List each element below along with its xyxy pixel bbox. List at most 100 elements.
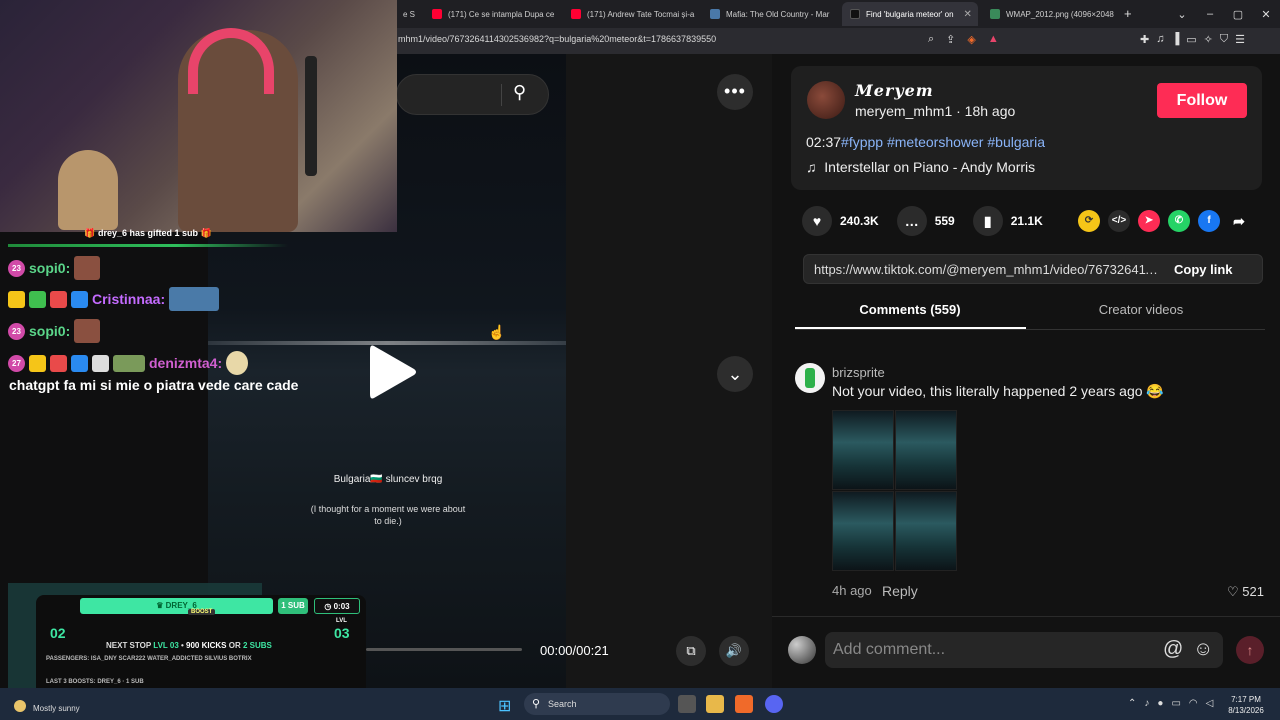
close-tab-icon[interactable]: ✕ xyxy=(964,9,972,20)
tab-title: e So xyxy=(403,9,415,19)
clock-time: 7:17 PM xyxy=(1231,695,1261,704)
search-input[interactable]: ⚲ xyxy=(396,74,549,115)
tab-comments[interactable]: Comments (559) xyxy=(795,302,1025,317)
hashtag[interactable]: #bulgaria xyxy=(987,134,1045,150)
music-link[interactable]: ♫ Interstellar on Piano - Andy Morris xyxy=(806,159,1035,175)
clock[interactable]: 7:17 PM 8/13/2026 xyxy=(1224,694,1268,716)
reply-button[interactable]: Reply xyxy=(882,583,918,599)
sprite-can-icon xyxy=(805,368,815,388)
weather-text[interactable]: Mostly sunny xyxy=(33,704,80,713)
next-video-button[interactable]: ⌄ xyxy=(717,356,753,392)
tiktok-icon xyxy=(850,9,860,19)
level-right: 03 xyxy=(334,625,350,641)
bookmark-icon[interactable]: ▮ xyxy=(972,206,1003,236)
menu-icon[interactable]: ☰ xyxy=(1235,33,1245,46)
creator-avatar[interactable] xyxy=(807,81,845,119)
tabs-divider xyxy=(795,329,1265,330)
zoom-icon[interactable]: ⌕ xyxy=(928,33,934,46)
gift-sub-text: drey_6 has gifted 1 sub xyxy=(97,228,199,238)
play-icon[interactable] xyxy=(364,342,420,402)
leo-icon[interactable]: ✧ xyxy=(1204,33,1213,46)
file-explorer-icon[interactable] xyxy=(706,695,724,713)
tab-image[interactable]: WMAP_2012.png (4096×2048 xyxy=(982,2,1118,26)
extensions-icon[interactable]: ✚ xyxy=(1140,33,1149,46)
hashtag[interactable]: #meteorshower xyxy=(887,134,984,150)
taskbar-search[interactable]: ⚲ Search xyxy=(524,693,670,715)
comment-icon[interactable]: … xyxy=(896,206,927,236)
sub-badge: 23 xyxy=(8,322,25,340)
tab-title: WMAP_2012.png (4096×2048 xyxy=(1006,9,1114,19)
search-icon[interactable]: ⚲ xyxy=(513,82,526,103)
share-icon[interactable]: ➦ xyxy=(1228,210,1250,232)
share-page-icon[interactable]: ⇪ xyxy=(946,33,955,46)
weather-icon[interactable] xyxy=(14,700,26,712)
rewards-icon[interactable]: ▲ xyxy=(988,33,999,46)
search-icon: ⚲ xyxy=(532,698,541,710)
vpn-icon[interactable]: ⛉ xyxy=(1220,33,1228,46)
volume-icon[interactable]: ◁ xyxy=(1206,698,1214,709)
tab-youtube-2[interactable]: (171) Andrew Tate Tocmai și-a xyxy=(563,2,697,26)
gift-icon: 🎁 xyxy=(84,228,98,238)
more-options-button[interactable]: ••• xyxy=(717,74,753,110)
commenter-avatar[interactable] xyxy=(795,363,825,393)
creator-display-name[interactable]: 𝑴𝒆𝒓𝒚𝒆𝒎 xyxy=(855,81,934,100)
video-progress-bar[interactable] xyxy=(366,648,522,651)
creator-username[interactable]: meryem_mhm1 · 18h ago xyxy=(855,103,1015,119)
comment-image[interactable] xyxy=(895,410,957,490)
brave-shield-icon[interactable]: ◈ xyxy=(967,33,975,46)
mic-icon[interactable]: ● xyxy=(1157,698,1163,709)
tab-creator-videos[interactable]: Creator videos xyxy=(1026,302,1256,317)
post-comment-button[interactable]: ↑ xyxy=(1236,636,1264,664)
hashtag[interactable]: #fyppp xyxy=(841,134,883,150)
video-link[interactable]: https://www.tiktok.com/@meryem_mhm1/vide… xyxy=(814,262,1159,277)
maximize-icon[interactable]: ▢ xyxy=(1224,8,1252,21)
repost-icon[interactable]: ⟳ xyxy=(1078,210,1100,232)
wifi-icon[interactable]: ◠ xyxy=(1189,698,1198,709)
link-box: https://www.tiktok.com/@meryem_mhm1/vide… xyxy=(803,254,1263,284)
task-view-icon[interactable] xyxy=(678,695,696,713)
arrow-up-icon: ↑ xyxy=(1246,642,1254,658)
chevron-up-icon[interactable]: ⌃ xyxy=(1128,698,1136,709)
copy-link-button[interactable]: Copy link xyxy=(1174,262,1233,277)
comment-image[interactable] xyxy=(832,410,894,490)
discord-icon[interactable] xyxy=(765,695,783,713)
tab-tiktok[interactable]: Find 'bulgaria meteor' on ✕ xyxy=(842,2,978,26)
new-tab-button[interactable]: + xyxy=(1124,6,1132,21)
mention-icon[interactable]: @ xyxy=(1163,638,1183,661)
mini-player-button[interactable]: ⧉ xyxy=(676,636,706,666)
close-window-icon[interactable]: ✕ xyxy=(1252,8,1280,21)
comment-image[interactable] xyxy=(832,491,894,571)
volume-button[interactable]: 🔊 xyxy=(719,636,749,666)
minimize-icon[interactable]: – xyxy=(1196,8,1224,20)
tab-list-icon[interactable]: ⌄ xyxy=(1168,8,1196,21)
music-icon[interactable]: ♫ xyxy=(1156,33,1164,46)
chat-emote xyxy=(74,256,101,280)
commenter-username[interactable]: brizsprite xyxy=(832,365,885,380)
emoji-icon[interactable]: ☺ xyxy=(1193,638,1213,661)
brave-browser-icon[interactable] xyxy=(735,695,753,713)
follow-button[interactable]: Follow xyxy=(1157,83,1247,118)
url-field[interactable]: mhm1/video/7673264114302536982?q=bulgari… xyxy=(398,34,716,44)
taskbar: Mostly sunny ⊞ ⚲ Search ⌃ ♪ ● ▭ ◠ ◁ 7:17… xyxy=(0,688,1280,720)
comment-image-grid[interactable] xyxy=(832,410,958,572)
tab-steam[interactable]: Mafia: The Old Country - Mar xyxy=(702,2,836,26)
comment-likes[interactable]: ♡ 521 xyxy=(1227,584,1264,600)
clock-icon: ◷ xyxy=(324,602,334,611)
audio-icon[interactable]: ♪ xyxy=(1144,698,1149,709)
comment-image[interactable] xyxy=(895,491,957,571)
facebook-icon[interactable]: f xyxy=(1198,210,1220,232)
windows-start-icon[interactable]: ⊞ xyxy=(498,696,511,716)
emote-badge-icon xyxy=(92,354,109,372)
tab-partial[interactable]: e So xyxy=(395,2,415,26)
next-stop: NEXT STOP LVL 03 • 900 KICKS OR 2 SUBS xyxy=(106,641,272,650)
comment-input[interactable]: Add comment... @ ☺ xyxy=(825,632,1223,668)
wallet-icon[interactable]: ▭ xyxy=(1186,33,1196,46)
send-icon[interactable]: ➤ xyxy=(1138,210,1160,232)
monitor-icon[interactable]: ▭ xyxy=(1171,698,1180,709)
like-icon[interactable]: ♥ xyxy=(802,206,832,236)
embed-icon[interactable]: </> xyxy=(1108,210,1130,232)
sidebar-icon[interactable]: ▐ xyxy=(1171,33,1179,46)
chevron-down-icon: ⌄ xyxy=(727,364,743,384)
whatsapp-icon[interactable]: ✆ xyxy=(1168,210,1190,232)
tab-youtube-1[interactable]: (171) Ce se intampla Dupa ce xyxy=(424,2,556,26)
